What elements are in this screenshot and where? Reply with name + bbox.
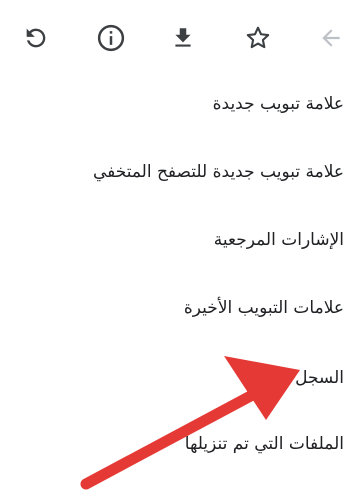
page-info-button[interactable] bbox=[91, 18, 131, 58]
star-icon bbox=[246, 26, 270, 49]
overflow-menu: علامة تبويب جديدة علامة تبويب جديدة للتص… bbox=[0, 0, 364, 500]
menu-item-new-tab[interactable]: علامة تبويب جديدة bbox=[213, 92, 344, 116]
refresh-icon bbox=[26, 28, 46, 48]
forward-button[interactable] bbox=[311, 18, 351, 58]
menu-toolbar bbox=[0, 0, 364, 70]
download-icon bbox=[175, 28, 191, 47]
forward-arrow-icon bbox=[322, 29, 340, 47]
menu-item-history[interactable]: السجل bbox=[295, 366, 344, 390]
menu-item-recent-tabs[interactable]: علامات التبويب الأخيرة bbox=[184, 296, 344, 320]
refresh-button[interactable] bbox=[16, 18, 56, 58]
menu-item-downloads[interactable]: الملفات التي تم تنزيلها bbox=[185, 432, 344, 456]
info-icon bbox=[97, 24, 125, 52]
menu-item-bookmarks[interactable]: الإشارات المرجعية bbox=[214, 228, 344, 252]
bookmark-star-button[interactable] bbox=[238, 18, 278, 58]
menu-item-new-incognito-tab[interactable]: علامة تبويب جديدة للتصفح المتخفي bbox=[93, 160, 344, 184]
download-button[interactable] bbox=[163, 18, 203, 58]
